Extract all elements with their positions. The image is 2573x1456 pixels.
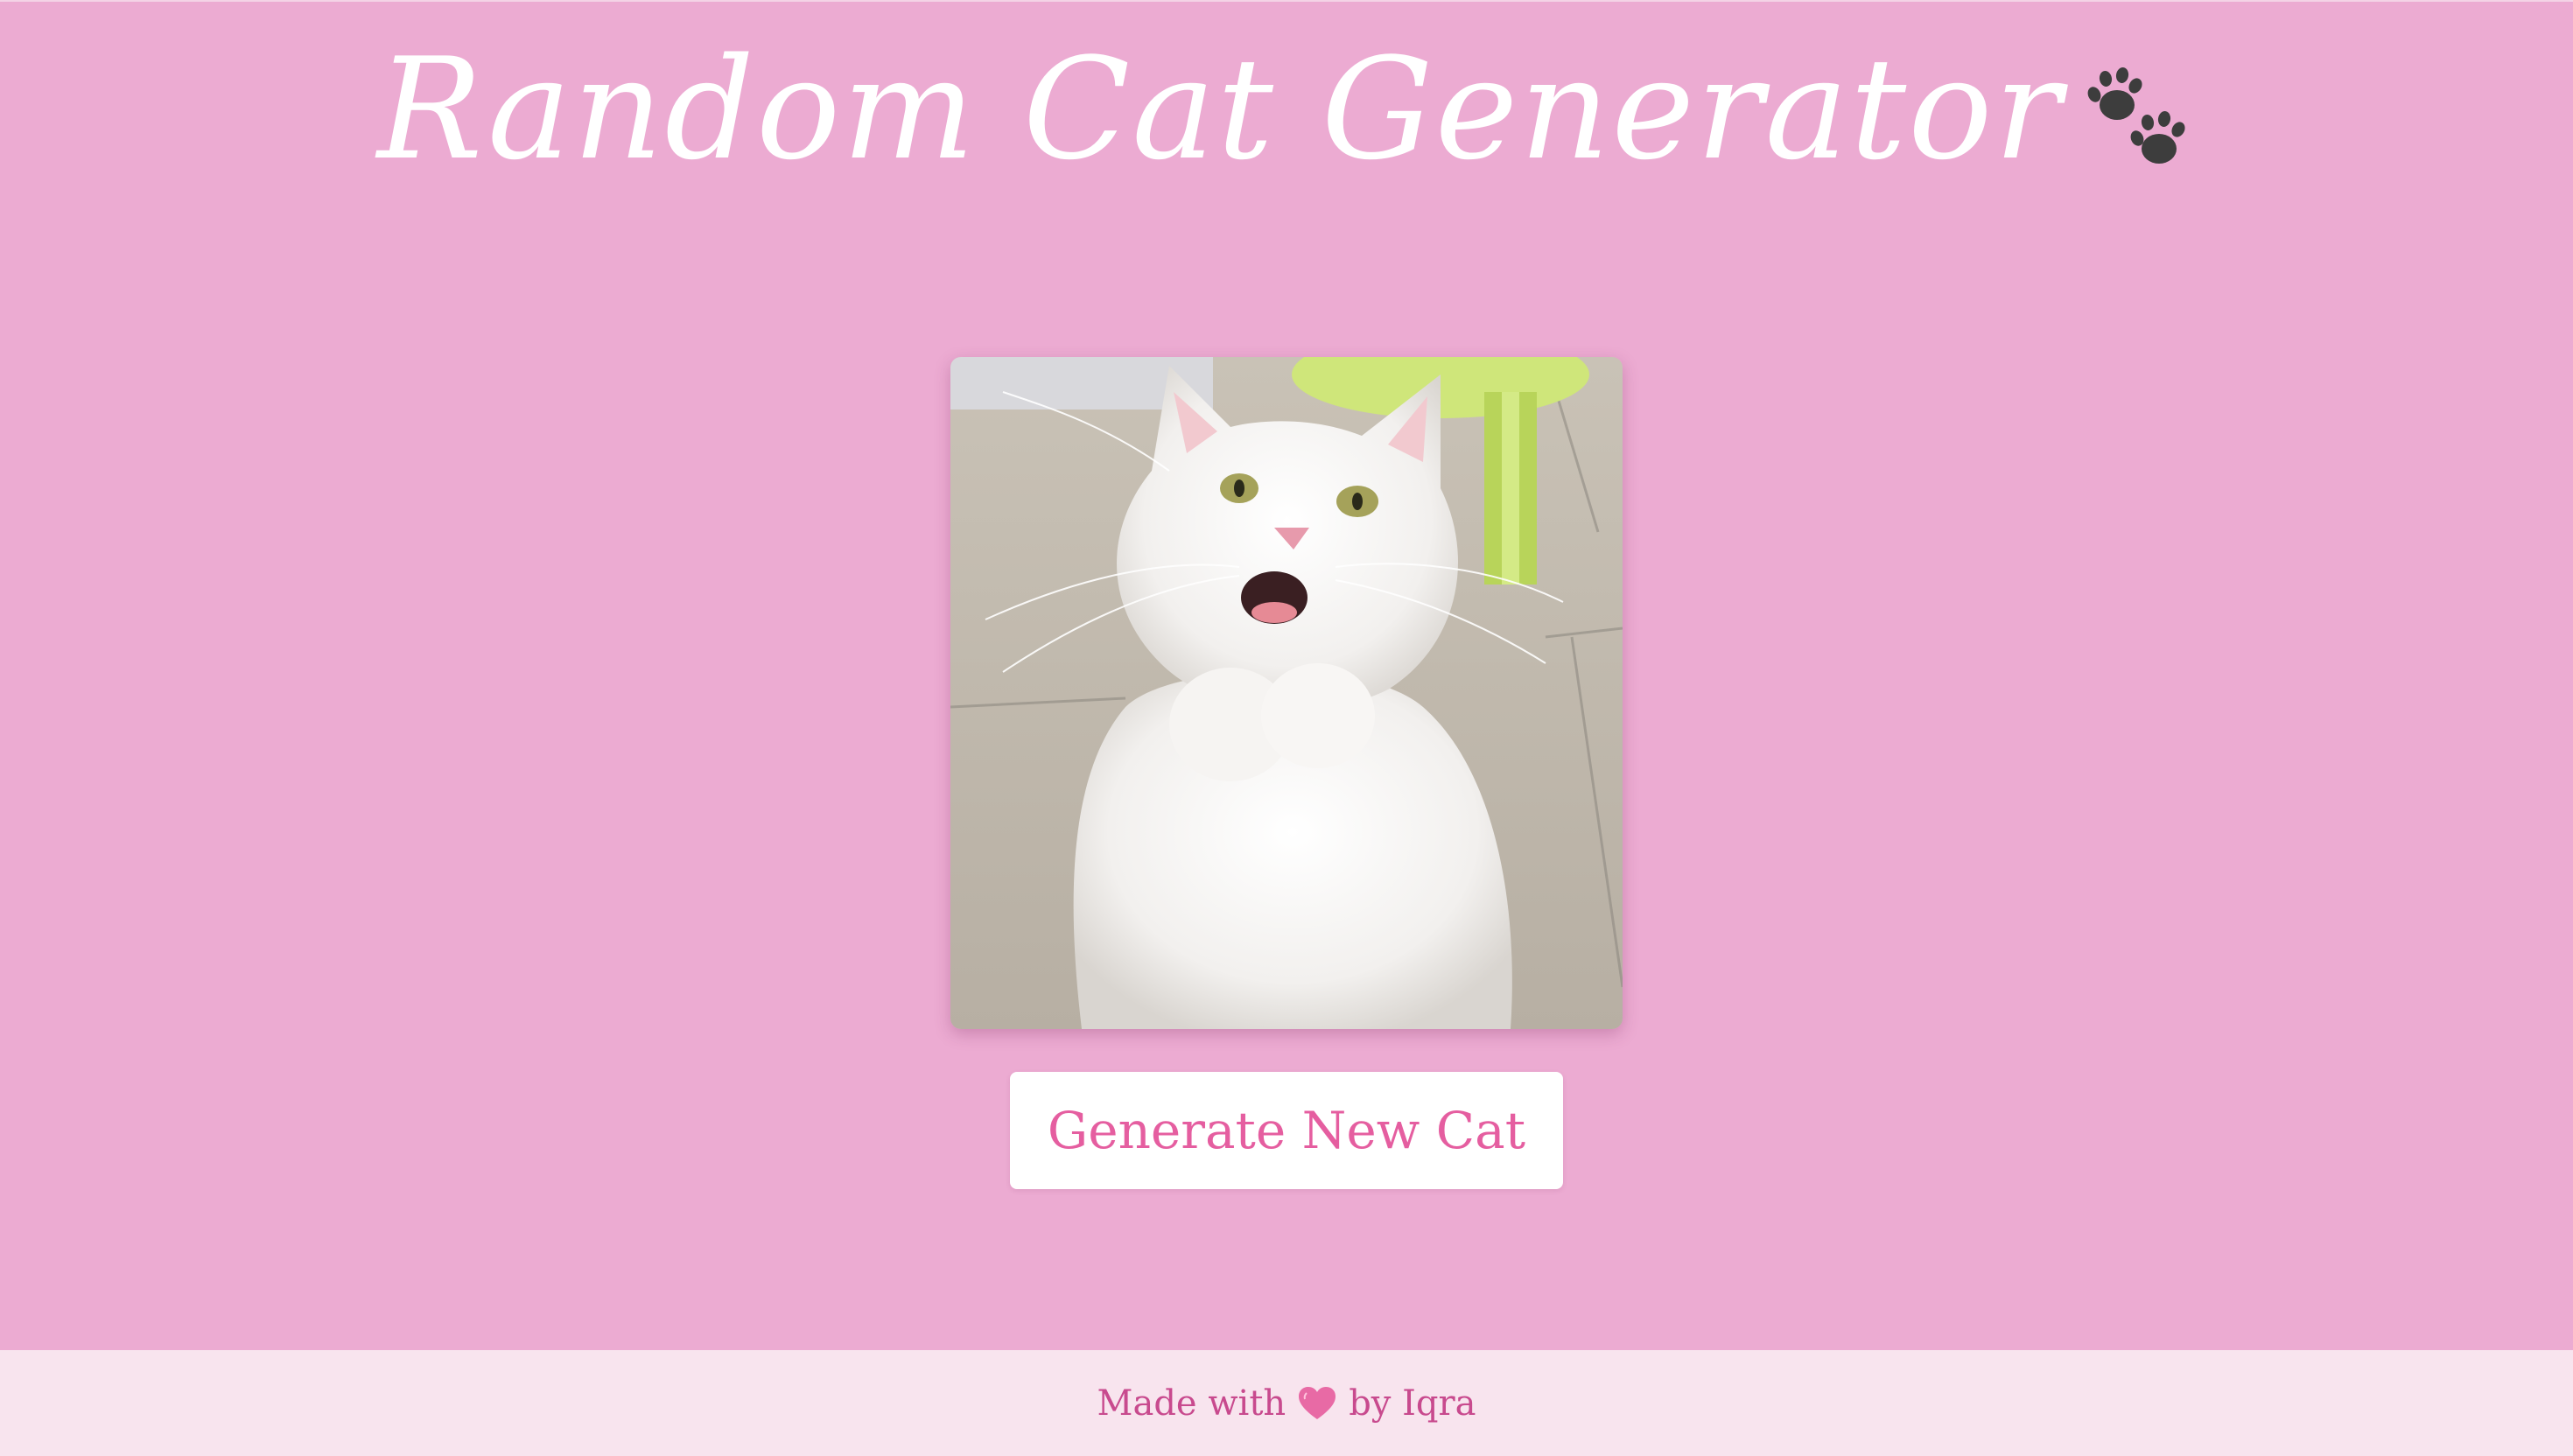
cat-image <box>950 357 1623 1029</box>
generate-new-cat-button[interactable]: Generate New Cat <box>1010 1072 1563 1189</box>
header: Random Cat Generator <box>0 26 2573 192</box>
cat-photo <box>950 357 1623 1029</box>
top-divider <box>0 0 2573 2</box>
page-title: Random Cat Generator <box>376 27 2064 191</box>
page: Random Cat Generator Generate New Cat Ma… <box>0 0 2573 1456</box>
footer-suffix: by Iqra <box>1349 1382 1476 1424</box>
footer: Made with by Iqra <box>0 1350 2573 1456</box>
paw-prints-icon <box>2087 67 2185 164</box>
pink-heart-icon <box>1299 1386 1336 1419</box>
footer-prefix: Made with <box>1097 1382 1286 1424</box>
